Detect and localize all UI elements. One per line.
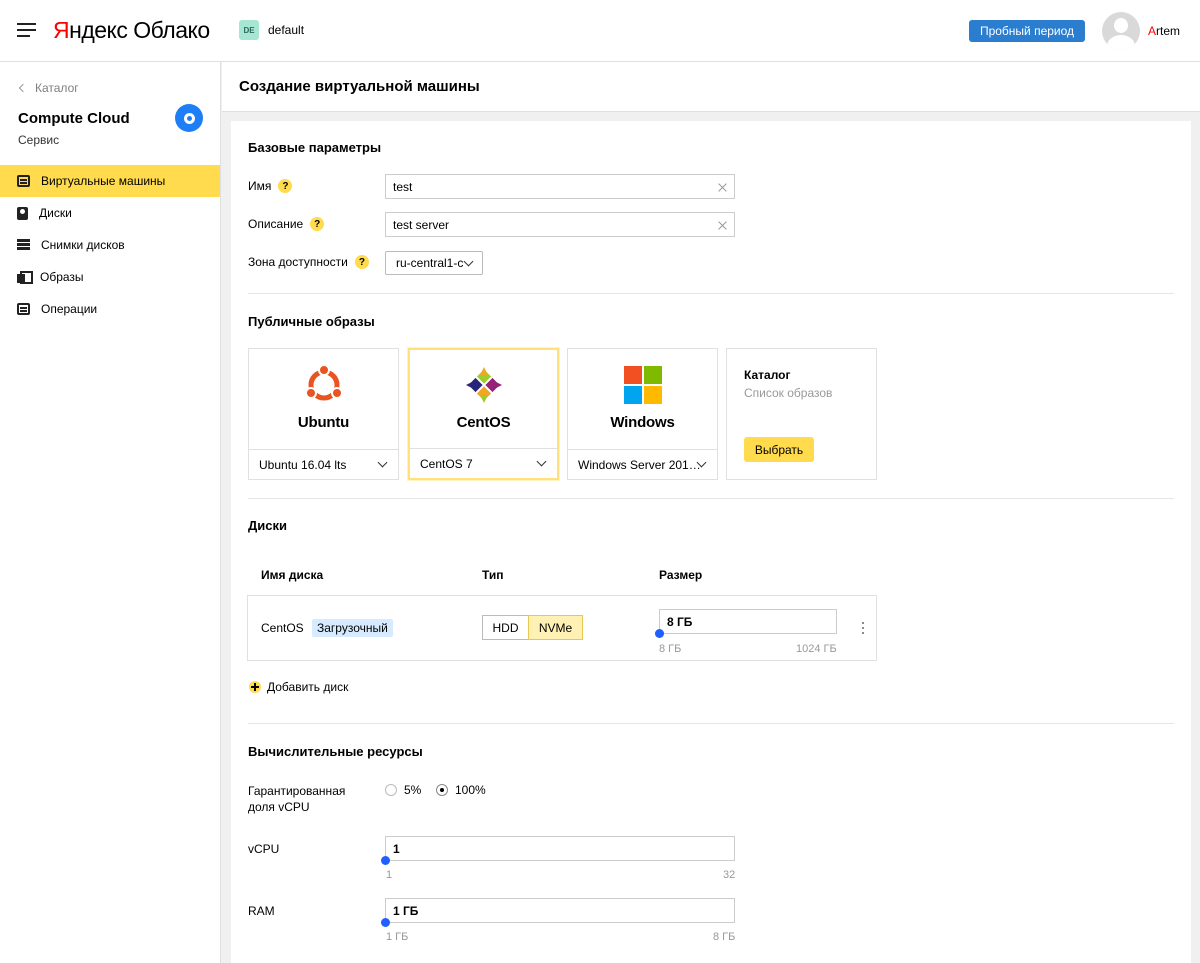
image-name: Ubuntu xyxy=(297,414,350,431)
centos-logo-icon xyxy=(465,367,502,403)
chevron-down-icon xyxy=(377,457,388,468)
chevron-left-icon xyxy=(18,83,28,93)
avatar[interactable] xyxy=(1102,12,1140,50)
zone-select[interactable]: ru-central1-c xyxy=(385,251,483,275)
top-header: Яндекс Облако DE default Пробный период … xyxy=(0,0,1200,62)
boot-disk-badge: Загрузочный xyxy=(312,619,393,637)
clear-icon[interactable] xyxy=(718,182,728,192)
help-icon[interactable]: ? xyxy=(278,179,293,193)
service-title: Compute Cloud xyxy=(18,110,130,127)
vcpu-share-5[interactable]: 5% xyxy=(385,783,421,797)
zone-label: Зона доступности? xyxy=(248,255,369,269)
image-tile-centos[interactable]: CentOS CentOS 7 xyxy=(408,348,559,480)
image-version-select[interactable]: Windows Server 201… xyxy=(568,449,717,479)
public-images-title: Публичные образы xyxy=(248,314,375,329)
sidebar-nav: Виртуальные машины Диски Снимки дисков О… xyxy=(0,165,220,325)
sidebar-item-snapshots[interactable]: Снимки дисков xyxy=(0,229,220,261)
divider xyxy=(248,723,1174,724)
disk-type-nvme[interactable]: NVMe xyxy=(528,615,583,640)
sidebar: Каталог Compute Cloud Сервис Виртуальные… xyxy=(0,62,221,963)
compute-cloud-icon xyxy=(175,104,203,132)
operations-icon xyxy=(17,303,30,315)
disk-size-input[interactable]: 8 ГБ xyxy=(659,609,837,634)
image-version-select[interactable]: CentOS 7 xyxy=(410,448,557,478)
windows-logo-icon xyxy=(623,366,662,404)
plus-icon xyxy=(249,681,261,693)
ram-min: 1 ГБ xyxy=(386,931,409,943)
help-icon[interactable]: ? xyxy=(310,217,325,231)
catalog-subtitle: Список образов xyxy=(744,386,833,400)
clear-icon[interactable] xyxy=(718,220,728,230)
cloud-name: default xyxy=(268,23,305,37)
image-tile-ubuntu[interactable]: Ubuntu Ubuntu 16.04 lts xyxy=(248,348,399,480)
vcpu-max: 32 xyxy=(723,869,736,881)
page-header: Создание виртуальной машины xyxy=(222,62,1200,112)
disk-type-header: Тип xyxy=(482,568,504,582)
chevron-down-icon xyxy=(536,456,547,467)
vcpu-slider-handle[interactable] xyxy=(381,856,390,865)
back-to-catalog-link[interactable]: Каталог xyxy=(18,81,79,95)
snapshot-icon xyxy=(17,239,30,251)
add-disk-button[interactable]: Добавить диск xyxy=(249,680,348,694)
help-icon[interactable]: ? xyxy=(354,255,369,269)
vcpu-share-100[interactable]: 100% xyxy=(436,783,486,797)
trial-period-button[interactable]: Пробный период xyxy=(969,20,1085,42)
image-version-select[interactable]: Ubuntu 16.04 lts xyxy=(249,449,398,479)
image-catalog-tile: Каталог Список образов Выбрать xyxy=(726,348,877,480)
disk-name-header: Имя диска xyxy=(261,568,324,582)
user-name[interactable]: Artem xyxy=(1148,24,1180,38)
image-name: CentOS xyxy=(456,414,511,431)
ubuntu-logo-icon xyxy=(304,365,343,401)
divider xyxy=(248,498,1174,499)
disk-size-header: Размер xyxy=(659,568,703,582)
sidebar-item-operations[interactable]: Операции xyxy=(0,293,220,325)
vcpu-label: vCPU xyxy=(248,842,280,856)
vcpu-share-label: Гарантированная доля vCPU xyxy=(248,784,346,814)
choose-image-button[interactable]: Выбрать xyxy=(744,437,814,462)
sidebar-item-disks[interactable]: Диски xyxy=(0,197,220,229)
page-title: Создание виртуальной машины xyxy=(239,78,480,95)
service-subtitle: Сервис xyxy=(18,133,60,147)
vm-icon xyxy=(17,175,30,187)
image-icon xyxy=(17,271,33,284)
cloud-badge: DE xyxy=(239,20,259,40)
compute-title: Вычислительные ресурсы xyxy=(248,744,423,759)
name-input[interactable] xyxy=(385,174,735,199)
sidebar-item-vms[interactable]: Виртуальные машины xyxy=(0,165,220,197)
disk-name: CentOS xyxy=(261,621,304,635)
catalog-title: Каталог xyxy=(744,368,791,382)
cloud-selector[interactable]: DE default xyxy=(239,20,304,40)
basic-params-title: Базовые параметры xyxy=(248,140,382,155)
disk-type-hdd[interactable]: HDD xyxy=(482,615,529,640)
more-icon[interactable] xyxy=(862,622,865,635)
divider xyxy=(248,293,1174,294)
disk-icon xyxy=(17,206,28,220)
disk-size-max: 1024 ГБ xyxy=(796,643,837,655)
image-tile-windows[interactable]: Windows Windows Server 201… xyxy=(567,348,718,480)
name-label: Имя? xyxy=(248,179,293,193)
yandex-cloud-logo[interactable]: Яндекс Облако xyxy=(53,17,210,44)
disk-size-slider-handle[interactable] xyxy=(655,629,664,638)
ram-label: RAM xyxy=(248,904,275,918)
menu-icon[interactable] xyxy=(17,23,36,39)
ram-input[interactable]: 1 ГБ xyxy=(385,898,735,923)
description-input[interactable] xyxy=(385,212,735,237)
disks-title: Диски xyxy=(248,518,287,533)
image-name: Windows xyxy=(610,414,675,431)
vcpu-min: 1 xyxy=(386,869,393,881)
description-label: Описание? xyxy=(248,217,325,231)
disk-size-min: 8 ГБ xyxy=(659,643,682,655)
ram-max: 8 ГБ xyxy=(713,931,736,943)
sidebar-item-images[interactable]: Образы xyxy=(0,261,220,293)
chevron-down-icon xyxy=(463,256,474,267)
ram-slider-handle[interactable] xyxy=(381,918,390,927)
vcpu-input[interactable]: 1 xyxy=(385,836,735,861)
